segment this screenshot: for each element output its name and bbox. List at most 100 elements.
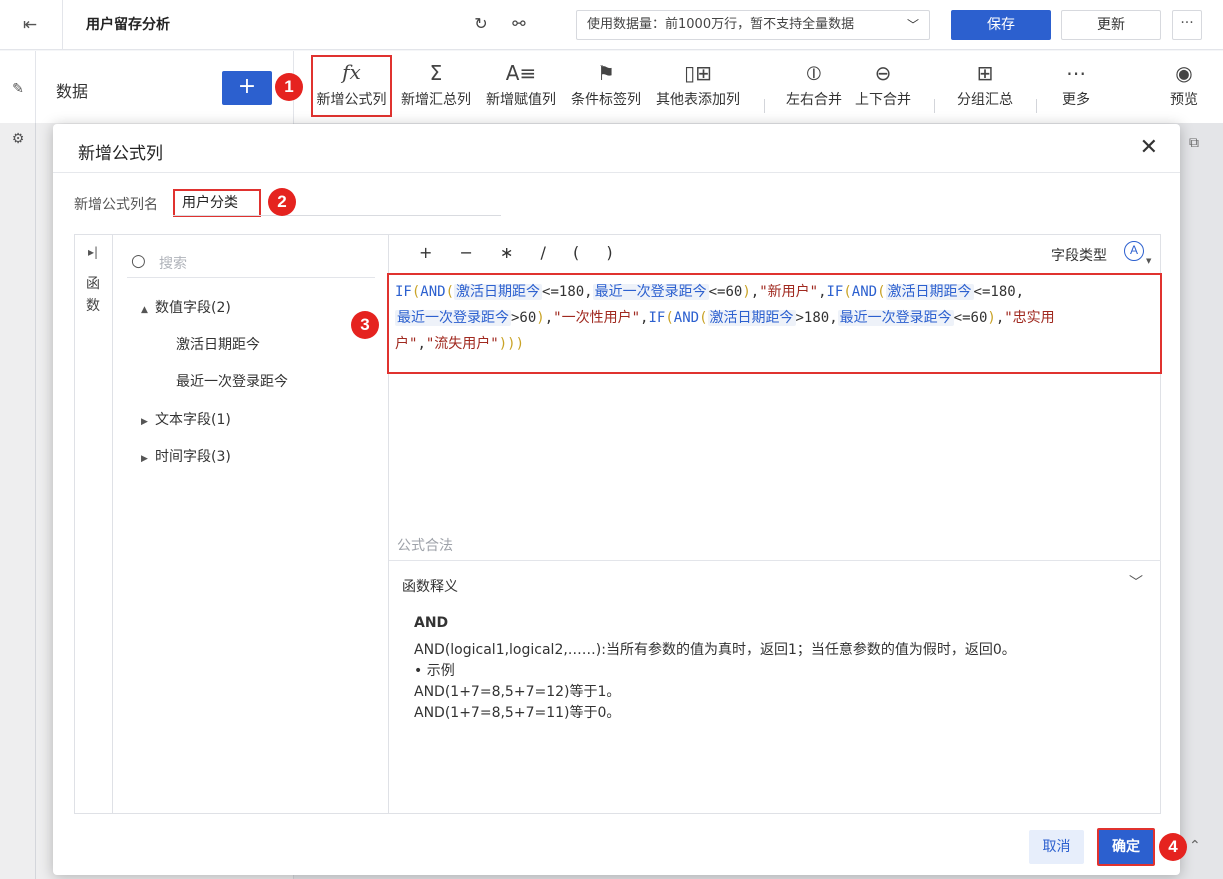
refresh-icon[interactable]: ↻ (470, 13, 492, 35)
divider (1036, 99, 1037, 113)
formula-string: "流失用户" (425, 336, 499, 352)
formula-field-token[interactable]: 激活日期距今 (454, 284, 543, 300)
operator-right-paren[interactable]: ) (606, 243, 612, 262)
dialog-title: 新增公式列 (78, 144, 163, 164)
flag-icon: ⚑ (597, 61, 615, 85)
close-icon[interactable]: ✕ (1140, 136, 1158, 160)
formula-field-token[interactable]: 激活日期距今 (885, 284, 974, 300)
function-tab-label: 函数 (86, 276, 100, 314)
divider (764, 99, 765, 113)
merge-tb-icon: ⊖ (874, 61, 892, 85)
assign-icon: A≡ (505, 61, 537, 85)
caret-right-icon: ▶ (141, 454, 148, 464)
add-data-button[interactable]: + (222, 71, 272, 105)
tool-merge-left-right[interactable]: ⦶ 左右合并 (782, 51, 846, 121)
column-name-input[interactable]: 用户分类 (173, 189, 261, 217)
data-edit-icon[interactable]: ✎ (8, 79, 28, 99)
formula-field-token[interactable]: 最近一次登录距今 (395, 310, 511, 326)
cancel-button[interactable]: 取消 (1029, 830, 1084, 864)
operator-plus[interactable]: + (419, 243, 432, 262)
formula-field-token[interactable]: 最近一次登录距今 (592, 284, 709, 300)
save-button[interactable]: 保存 (951, 10, 1051, 40)
tree-group-label: 时间字段(3) (155, 449, 231, 465)
formula-text: , (417, 336, 426, 352)
tool-label: 其他表添加列 (656, 92, 740, 108)
tool-add-column-from-table[interactable]: ▯⊞ 其他表添加列 (652, 51, 744, 121)
tool-merge-top-bottom[interactable]: ⊖ 上下合并 (851, 51, 915, 121)
tool-group-summary[interactable]: ⊞ 分组汇总 (953, 51, 1017, 121)
add-column-icon: ▯⊞ (684, 61, 712, 85)
search-input[interactable]: 搜索 (159, 253, 187, 273)
formula-text: <=180, (542, 284, 593, 300)
operator-minus[interactable]: − (460, 243, 473, 262)
data-scope-value: 使用数据量：前1000万行，暂不支持全量数据 (587, 17, 855, 32)
formula-editor: ▸| 函数 ○ 搜索 ▲ 数值字段(2) 激活日期距今 最近一次登录距今 ▶ 文本字… (74, 234, 1162, 814)
formula-string: 户" (395, 336, 418, 352)
chevron-down-icon[interactable]: ﹀ (1129, 572, 1143, 592)
operator-bar: + − ∗ / ( ) (419, 243, 635, 262)
formula-paren: ) (536, 310, 545, 326)
formula-paren: ) (987, 310, 996, 326)
tool-more[interactable]: ⋯ 更多 (1052, 51, 1100, 121)
formula-function: IF (648, 310, 666, 326)
formula-text: <=180, (973, 284, 1025, 300)
tool-label: 新增公式列 (316, 92, 387, 108)
divider (127, 277, 375, 278)
help-function-name: AND (414, 615, 449, 631)
update-button[interactable]: 更新 (1061, 10, 1161, 40)
tree-group-numeric[interactable]: ▲ 数值字段(2) (141, 297, 231, 317)
field-type-label: 字段类型 (1051, 248, 1107, 264)
tool-preview[interactable]: ◉ 预览 (1160, 51, 1208, 121)
formula-field-token[interactable]: 激活日期距今 (707, 310, 796, 326)
divider (62, 0, 63, 50)
formula-text: >60 (511, 310, 537, 326)
chevron-down-icon: ﹀ (906, 18, 919, 32)
confirm-button[interactable]: 确定 (1097, 828, 1155, 866)
formula-text: , (544, 310, 554, 326)
formula-text: , (995, 310, 1005, 326)
column-name-label: 新增公式列名 (74, 197, 158, 213)
formula-icon: fx (342, 60, 361, 84)
operator-divide[interactable]: / (541, 243, 546, 262)
tool-new-assign-column[interactable]: A≡ 新增赋值列 (482, 51, 560, 121)
tree-field-item[interactable]: 最近一次登录距今 (176, 371, 288, 391)
flow-icon[interactable]: ⚯ (508, 13, 530, 35)
exit-icon[interactable]: ⇤ (18, 14, 42, 36)
more-menu-button[interactable]: ··· (1172, 10, 1202, 40)
formula-field-token[interactable]: 最近一次登录距今 (837, 310, 954, 326)
operator-multiply[interactable]: ∗ (500, 243, 513, 262)
tool-label: 更多 (1062, 92, 1090, 108)
formula-text: <=60 (953, 310, 988, 326)
formula-input[interactable]: IF(AND(激活日期距今 <=180, 最近一次登录距今 <=60),"新用户",I… (387, 273, 1162, 374)
step-badge: 1 (275, 73, 303, 101)
formula-paren: ( (843, 284, 852, 300)
help-line: AND(logical1,logical2,……):当所有参数的值为真时，返回1… (414, 642, 1016, 658)
tool-new-formula-column[interactable]: fx 新增公式列 (311, 55, 392, 117)
tree-group-text[interactable]: ▶ 文本字段(1) (141, 409, 231, 429)
divider (53, 172, 1180, 173)
field-list-pane: ○ 搜索 ▲ 数值字段(2) 激活日期距今 最近一次登录距今 ▶ 文本字段(1) ▶… (113, 235, 389, 813)
divider (389, 560, 1161, 561)
step-badge: 3 (351, 311, 379, 339)
caret-down-icon[interactable]: ▼ (1146, 257, 1151, 265)
tree-group-time[interactable]: ▶ 时间字段(3) (141, 446, 231, 466)
tool-condition-tag-column[interactable]: ⚑ 条件标签列 (567, 51, 645, 121)
expand-arrow-icon[interactable]: ▸| (88, 245, 98, 259)
tool-new-summary-column[interactable]: Σ 新增汇总列 (397, 51, 475, 121)
tool-label: 分组汇总 (957, 92, 1013, 108)
formula-function: IF (826, 284, 844, 300)
formula-function: AND (851, 284, 878, 300)
preview-icon: ◉ (1175, 61, 1193, 85)
operator-left-paren[interactable]: ( (573, 243, 579, 262)
function-help-title: 函数释义 (402, 579, 458, 595)
formula-string: "忠实用 (1004, 310, 1055, 326)
formula-paren: ( (445, 284, 455, 300)
tree-field-item[interactable]: 激活日期距今 (176, 334, 260, 354)
field-type-icon[interactable]: A (1124, 241, 1144, 261)
function-tab[interactable]: ▸| 函数 (75, 235, 113, 813)
formula-function: IF (395, 284, 412, 300)
data-scope-select[interactable]: 使用数据量：前1000万行，暂不支持全量数据 ﹀ (576, 10, 930, 40)
collapse-icon[interactable]: ⌃ (1189, 838, 1201, 854)
help-line: AND(1+7=8,5+7=12)等于1。 (414, 684, 621, 700)
formula-text: , (750, 284, 760, 300)
